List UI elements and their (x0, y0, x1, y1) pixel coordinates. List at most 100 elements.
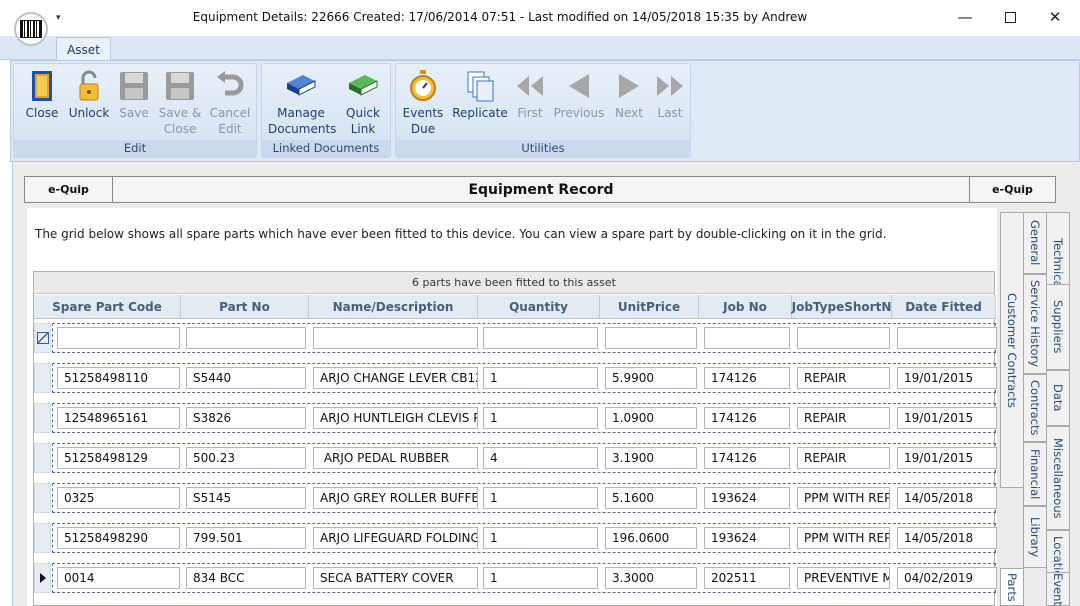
tab-data[interactable]: Data (1046, 370, 1070, 426)
utilities-group-label: Utilities (396, 140, 690, 157)
cell-unit-price: 5.1600 (605, 487, 697, 509)
cell-job-no: 174126 (704, 367, 790, 389)
cell-quantity: 1 (483, 487, 598, 509)
filter-cell[interactable] (704, 327, 790, 349)
unlock-button[interactable]: Unlock (66, 68, 112, 121)
blue-book-icon (283, 68, 319, 104)
row-selector[interactable] (34, 483, 51, 513)
save-button[interactable]: Save (114, 68, 154, 121)
quick-link-button[interactable]: Quick Link (338, 68, 388, 137)
close-button[interactable]: Close (20, 68, 64, 121)
table-row[interactable]: 51258498110 S5440 ARJO CHANGE LEVER CB12… (52, 363, 997, 393)
linked-documents-group: Manage Documents Quick Link Linked Docum… (261, 63, 391, 158)
cell-job-no: 202511 (704, 567, 790, 589)
record-title: Equipment Record (468, 181, 614, 198)
maximize-icon[interactable] (987, 4, 1033, 30)
column-header-part-no[interactable]: Part No (181, 295, 309, 319)
row-selector[interactable] (34, 363, 51, 393)
table-row[interactable]: 0014 834 BCC SECA BATTERY COVER 1 3.3000… (52, 563, 997, 593)
tab-events[interactable]: Event (1046, 572, 1070, 606)
cell-spare-part-code: 0014 (57, 567, 180, 589)
cell-name: ARJO LIFEGUARD FOLDING (313, 527, 478, 549)
green-book-icon (345, 68, 381, 104)
cell-unit-price: 3.1900 (605, 447, 697, 469)
cancel-edit-button[interactable]: Cancel Edit (206, 68, 254, 137)
cell-date-fitted: 19/01/2015 (897, 447, 997, 469)
save-and-close-button[interactable]: Save & Close (156, 68, 204, 137)
parts-grid[interactable] (33, 271, 995, 606)
row-selector[interactable] (34, 443, 51, 473)
edit-group: Close Unlock Save Save & Close Cancel Ed… (13, 63, 257, 158)
cell-job-no: 174126 (704, 407, 790, 429)
tab-general[interactable]: General (1023, 212, 1047, 274)
first-button[interactable]: First (510, 68, 550, 121)
table-row[interactable]: 51258498290 799.501 ARJO LIFEGUARD FOLDI… (52, 523, 997, 553)
row-selector[interactable] (34, 563, 51, 593)
cell-job-type: REPAIR (797, 367, 890, 389)
record-header: e-Quip Equipment Record e-Quip (24, 176, 1056, 203)
cell-spare-part-code: 51258498110 (57, 367, 180, 389)
events-due-button[interactable]: Events Due (398, 68, 448, 137)
previous-button[interactable]: Previous (552, 68, 606, 121)
row-selector[interactable] (34, 523, 51, 553)
filter-icon[interactable] (37, 332, 49, 344)
filter-cell[interactable] (313, 327, 478, 349)
replicate-button[interactable]: Replicate (452, 68, 508, 121)
tab-parts[interactable]: Parts (1000, 568, 1024, 606)
cell-job-type: PREVENTIVE M (797, 567, 890, 589)
table-row[interactable]: 0325 S5145 ARJO GREY ROLLER BUFFE 1 5.16… (52, 483, 997, 513)
copy-pages-icon (462, 68, 498, 104)
cell-unit-price: 196.0600 (605, 527, 697, 549)
filter-cell[interactable] (897, 327, 997, 349)
close-icon[interactable]: ✕ (1032, 4, 1078, 30)
cell-part-no: S5440 (186, 367, 306, 389)
tab-customer-contracts[interactable]: Customer Contracts (1000, 212, 1024, 488)
filter-cell[interactable] (483, 327, 598, 349)
filter-cell[interactable] (605, 327, 697, 349)
first-arrow-icon (512, 68, 548, 104)
tab-library[interactable]: Library (1023, 506, 1047, 568)
next-button[interactable]: Next (610, 68, 648, 121)
cell-job-type: REPAIR (797, 447, 890, 469)
tab-financial[interactable]: Financial (1023, 442, 1047, 506)
grid-caption: 6 parts have been fitted to this asset (34, 272, 994, 294)
current-row-arrow-icon (40, 573, 46, 583)
ribbon-tab-row (0, 36, 1080, 60)
floppy-disk-icon (116, 68, 152, 104)
column-header-date-fitted[interactable]: Date Fitted (892, 295, 996, 319)
tab-asset[interactable]: Asset (56, 37, 111, 61)
tab-service-history[interactable]: Service History (1023, 274, 1047, 374)
floppy-disk-icon (162, 68, 198, 104)
table-row[interactable]: 51258498129 500.23 ARJO PEDAL RUBBER 4 3… (52, 443, 997, 473)
stopwatch-icon (405, 68, 441, 104)
cell-part-no: 799.501 (186, 527, 306, 549)
cell-job-type: PPM WITH REP (797, 527, 890, 549)
minimize-icon[interactable]: — (942, 4, 988, 30)
tab-suppliers[interactable]: Suppliers (1046, 284, 1070, 370)
cell-unit-price: 1.0900 (605, 407, 697, 429)
column-header-job-type[interactable]: JobTypeShortN (792, 295, 892, 319)
row-selector[interactable] (34, 403, 51, 433)
column-header-spare-part-code[interactable]: Spare Part Code (34, 295, 181, 319)
cell-job-no: 174126 (704, 447, 790, 469)
tab-miscellaneous[interactable]: Miscellaneous (1046, 426, 1070, 530)
column-header-job-no[interactable]: Job No (699, 295, 792, 319)
app-barcode-icon[interactable] (14, 12, 48, 46)
column-header-name-description[interactable]: Name/Description (309, 295, 478, 319)
column-header-unit-price[interactable]: UnitPrice (600, 295, 699, 319)
column-header-quantity[interactable]: Quantity (478, 295, 600, 319)
cell-spare-part-code: 51258498290 (57, 527, 180, 549)
table-row[interactable]: 12548965161 S3826 ARJO HUNTLEIGH CLEVIS … (52, 403, 997, 433)
filter-cell[interactable] (797, 327, 890, 349)
tab-contracts[interactable]: Contracts (1023, 374, 1047, 442)
cell-job-type: PPM WITH REP (797, 487, 890, 509)
last-button[interactable]: Last (650, 68, 690, 121)
cell-job-type: REPAIR (797, 407, 890, 429)
filter-cell[interactable] (57, 327, 180, 349)
door-icon (24, 68, 60, 104)
filter-cell[interactable] (186, 327, 306, 349)
cell-name: ARJO HUNTLEIGH CLEVIS P (313, 407, 478, 429)
manage-documents-button[interactable]: Manage Documents (268, 68, 336, 137)
cell-name: SECA BATTERY COVER (313, 567, 478, 589)
cell-spare-part-code: 0325 (57, 487, 180, 509)
